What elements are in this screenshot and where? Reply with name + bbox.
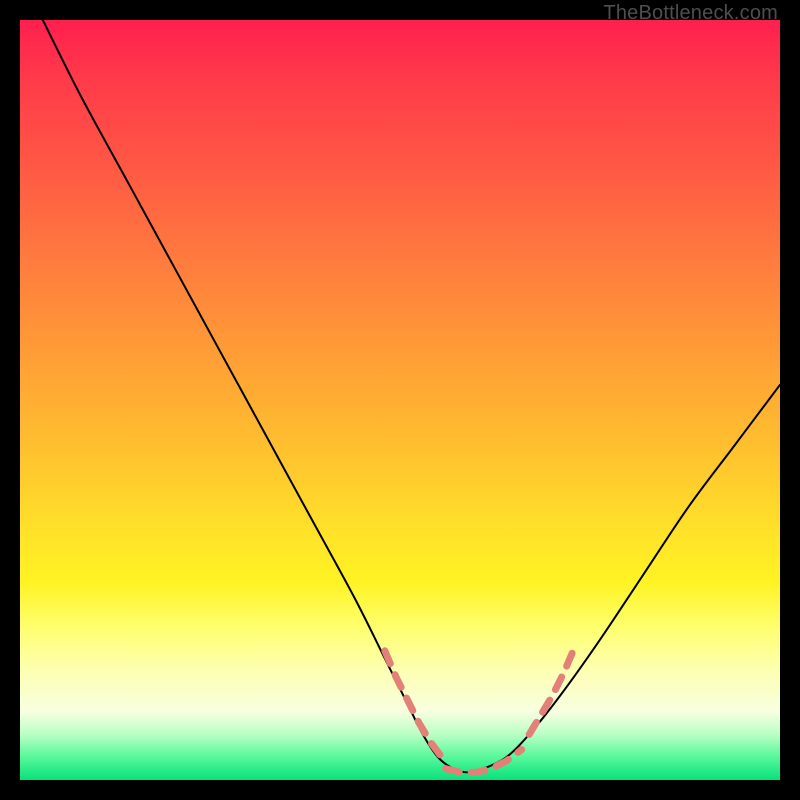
chart-svg: [20, 20, 780, 780]
chart-frame: [20, 20, 780, 780]
dotted-right-path: [529, 647, 575, 734]
dotted-left-path: [385, 651, 442, 757]
curve-path: [43, 20, 780, 772]
